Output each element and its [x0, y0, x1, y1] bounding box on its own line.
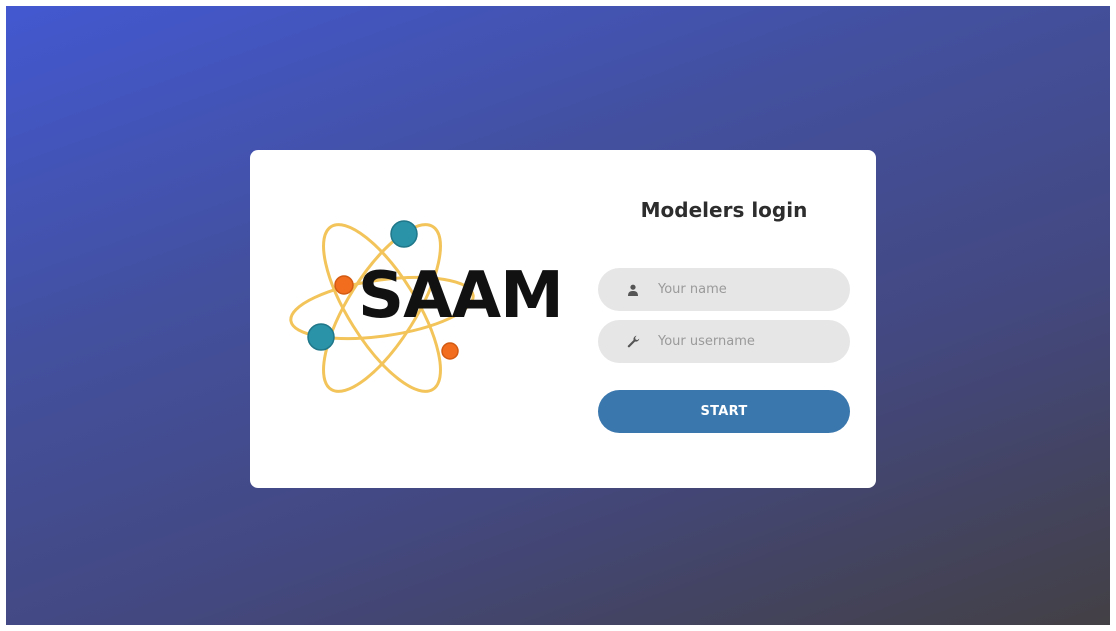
- login-card: SAAM Modelers login Your name Your usern…: [250, 150, 876, 488]
- name-input[interactable]: [656, 281, 830, 298]
- page-background: SAAM Modelers login Your name Your usern…: [6, 6, 1110, 625]
- page-title: Modelers login: [640, 198, 808, 222]
- user-icon: [626, 283, 640, 297]
- username-field[interactable]: [598, 320, 850, 363]
- wrench-icon: [626, 335, 640, 349]
- login-form: Modelers login START: [598, 150, 850, 488]
- start-button[interactable]: START: [598, 390, 850, 433]
- saam-logo: SAAM: [286, 206, 586, 406]
- logo-text: SAAM: [358, 259, 564, 333]
- username-input[interactable]: [656, 333, 830, 350]
- name-field[interactable]: [598, 268, 850, 311]
